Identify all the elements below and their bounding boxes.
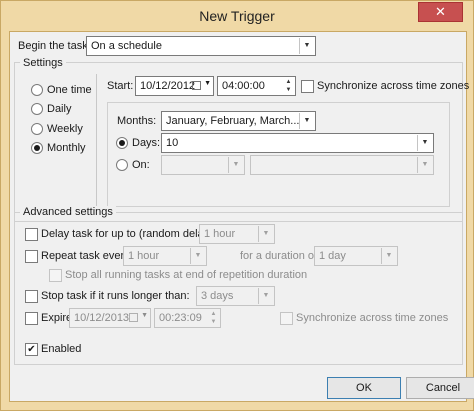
stop-task-checkbox[interactable]	[25, 290, 38, 303]
on-day-select[interactable]: ▼	[250, 155, 434, 175]
stop-task-value: 3 days	[201, 290, 234, 302]
stop-running-tasks-label: Stop all running tasks at end of repetit…	[65, 269, 308, 281]
expire-date-picker[interactable]: 10/12/2013 ▼	[69, 308, 151, 328]
settings-group-label: Settings	[20, 57, 66, 69]
days-select[interactable]: 10 ▼	[161, 133, 434, 153]
ok-button[interactable]: OK	[327, 377, 401, 399]
radio-days[interactable]	[116, 137, 128, 149]
weekly-label: Weekly	[47, 123, 83, 135]
window-title: New Trigger	[199, 8, 275, 24]
start-date-value: 10/12/2012	[140, 80, 196, 92]
repeat-task-select[interactable]: 1 hour ▼	[123, 246, 207, 266]
delay-task-value: 1 hour	[204, 228, 236, 240]
on-week-select[interactable]: ▼	[161, 155, 245, 175]
sync-time-zones-label: Synchronize across time zones	[317, 80, 470, 92]
stop-task-select[interactable]: 3 days ▼	[196, 286, 275, 306]
calendar-icon	[129, 313, 138, 322]
calendar-icon	[192, 81, 201, 90]
start-time-value: 04:00:00	[222, 80, 265, 92]
chevron-down-icon: ▼	[258, 288, 273, 304]
settings-divider	[96, 74, 97, 212]
expire-time-value: 00:23:09	[159, 312, 202, 324]
repeat-task-checkbox[interactable]	[25, 250, 38, 263]
duration-select[interactable]: 1 day ▼	[314, 246, 398, 266]
chevron-down-icon: ▼	[190, 248, 205, 264]
stop-task-label: Stop task if it runs longer than:	[41, 290, 190, 302]
delay-task-select[interactable]: 1 hour ▼	[199, 224, 275, 244]
delay-task-checkbox[interactable]	[25, 228, 38, 241]
on-label: On:	[132, 159, 150, 171]
new-trigger-window: New Trigger ✕ Begin the task: On a sched…	[0, 0, 474, 411]
chevron-down-icon: ▼	[228, 157, 243, 173]
chevron-down-icon: ▼	[381, 248, 396, 264]
begin-task-value: On a schedule	[91, 40, 162, 52]
radio-monthly[interactable]	[31, 142, 43, 154]
radio-on[interactable]	[116, 159, 128, 171]
expire-sync-label: Synchronize across time zones	[296, 312, 449, 324]
start-label: Start:	[107, 80, 134, 92]
expire-sync-checkbox[interactable]	[280, 312, 293, 325]
chevron-down-icon: ▼	[299, 113, 314, 129]
start-time-field[interactable]: 04:00:00 ▲ ▼	[217, 76, 296, 96]
spinner-icon[interactable]: ▲ ▼	[208, 310, 219, 326]
daily-label: Daily	[47, 103, 72, 115]
chevron-down-icon: ▼	[299, 38, 314, 54]
radio-daily[interactable]	[31, 103, 43, 115]
one-time-label: One time	[47, 84, 92, 96]
dialog-client: Begin the task: On a schedule ▼ Settings…	[9, 31, 474, 402]
expire-date-value: 10/12/2013	[74, 312, 130, 324]
months-value: January, February, March...	[166, 115, 300, 127]
radio-one-time[interactable]	[31, 84, 43, 96]
enabled-checkbox[interactable]: ✔	[25, 343, 38, 356]
days-value: 10	[166, 137, 179, 149]
close-button[interactable]: ✕	[418, 2, 463, 22]
chevron-down-icon: ▼	[141, 312, 148, 319]
monthly-label: Monthly	[47, 142, 86, 154]
start-date-picker[interactable]: 10/12/2012 ▼	[135, 76, 214, 96]
sync-time-zones-checkbox[interactable]	[301, 80, 314, 93]
repeat-task-value: 1 hour	[128, 250, 160, 262]
duration-value: 1 day	[319, 250, 346, 262]
advanced-settings-label: Advanced settings	[20, 206, 116, 218]
duration-label: for a duration of:	[240, 250, 321, 262]
chevron-down-icon: ▼	[258, 226, 273, 242]
spinner-icon[interactable]: ▲ ▼	[283, 78, 294, 94]
expire-time-field[interactable]: 00:23:09 ▲ ▼	[154, 308, 221, 328]
enabled-label: Enabled	[41, 343, 82, 355]
cancel-button[interactable]: Cancel	[406, 377, 474, 399]
delay-task-label: Delay task for up to (random delay):	[41, 228, 216, 240]
months-select[interactable]: January, February, March... ▼	[161, 111, 316, 131]
chevron-down-icon: ▼	[204, 80, 211, 87]
chevron-down-icon: ▼	[417, 135, 432, 151]
repeat-task-label: Repeat task every:	[41, 250, 133, 262]
stop-running-tasks-checkbox[interactable]	[49, 269, 62, 282]
days-label: Days:	[132, 137, 161, 149]
title-bar[interactable]: New Trigger ✕	[1, 1, 473, 31]
radio-weekly[interactable]	[31, 123, 43, 135]
chevron-down-icon: ▼	[417, 157, 432, 173]
begin-task-select[interactable]: On a schedule ▼	[86, 36, 316, 56]
begin-task-label: Begin the task:	[18, 40, 91, 52]
expire-checkbox[interactable]	[25, 312, 38, 325]
months-label: Months:	[117, 115, 157, 127]
